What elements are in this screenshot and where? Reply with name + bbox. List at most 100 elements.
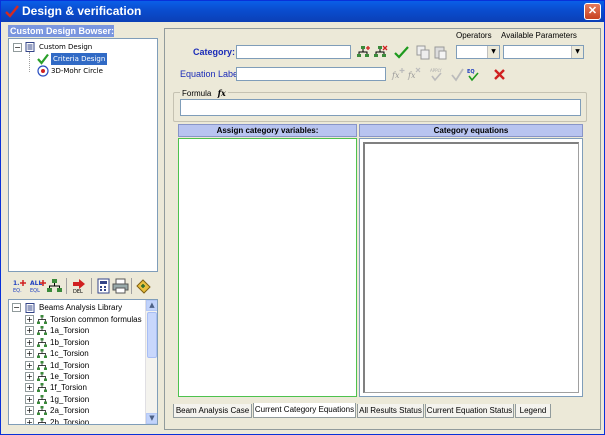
library-item-label: Torsion common formulas bbox=[50, 315, 142, 324]
tree-item-label: 3D-Mohr Circle bbox=[51, 67, 103, 75]
tree-item-label: Criteria Design bbox=[51, 53, 108, 65]
tree-expander[interactable]: + bbox=[25, 394, 34, 404]
chevron-down-icon[interactable]: ▼ bbox=[487, 46, 499, 58]
tree-structure-icon bbox=[37, 360, 47, 370]
category-input[interactable] bbox=[236, 45, 351, 59]
category-label: Category: bbox=[193, 47, 236, 57]
remove-category-icon[interactable] bbox=[373, 45, 388, 60]
toolbar-separator bbox=[131, 278, 132, 294]
tree-structure-icon bbox=[37, 383, 47, 393]
add-category-icon[interactable] bbox=[356, 45, 371, 60]
custom-design-browser-header: Custom Design Bowser: bbox=[8, 25, 115, 37]
equation-label-label: Equation Label bbox=[180, 69, 241, 79]
tree-item-label: Custom Design bbox=[39, 43, 93, 51]
tree-line bbox=[29, 52, 30, 72]
function-icon: fx bbox=[217, 88, 226, 98]
scroll-down-arrow[interactable]: ▼ bbox=[146, 413, 157, 424]
library-item-label: 1c_Torsion bbox=[50, 349, 89, 359]
paste-icon[interactable] bbox=[433, 45, 448, 60]
assign-variables-header: Assign category variables: bbox=[178, 124, 357, 137]
library-item-label: 1b_Torsion bbox=[50, 337, 90, 347]
toolbar-separator bbox=[91, 278, 92, 294]
tree-structure-icon[interactable] bbox=[46, 278, 63, 294]
export-icon[interactable] bbox=[135, 278, 152, 294]
svg-text:1.: 1. bbox=[13, 280, 19, 287]
equations-editor[interactable] bbox=[363, 142, 579, 393]
tab-current-equation-status[interactable]: Current Equation Status bbox=[425, 404, 514, 418]
svg-text:EQL: EQL bbox=[30, 288, 40, 294]
tab-all-results-status[interactable]: All Results Status bbox=[357, 404, 424, 418]
svg-text:EQ: EQ bbox=[467, 69, 475, 75]
tree-expander[interactable]: + bbox=[25, 337, 34, 347]
add-all-equations-icon[interactable]: ALLEQL bbox=[29, 278, 46, 294]
apply-icon[interactable]: APPLY bbox=[429, 67, 444, 82]
formula-label: Formula fx bbox=[180, 88, 228, 98]
tab-beam-analysis-case[interactable]: Beam Analysis Case bbox=[173, 404, 252, 418]
tree-expander[interactable]: + bbox=[25, 315, 34, 324]
formula-input[interactable] bbox=[180, 99, 581, 116]
library-toolbar: 1. EQ. ALL EQL DEL bbox=[8, 275, 158, 297]
checkmark-icon bbox=[37, 53, 49, 65]
validate-icon[interactable] bbox=[450, 67, 465, 82]
confirm-check-icon[interactable] bbox=[394, 45, 409, 60]
tree-structure-icon bbox=[37, 349, 47, 359]
library-item-label: 1d_Torsion bbox=[50, 360, 90, 370]
library-item-label: 1f_Torsion bbox=[50, 383, 87, 393]
tree-structure-icon bbox=[38, 417, 46, 424]
tree-expander[interactable]: − bbox=[12, 303, 21, 312]
close-button[interactable]: ✕ bbox=[584, 3, 601, 20]
delete-equation-icon[interactable] bbox=[492, 67, 507, 82]
tree-structure-icon bbox=[37, 406, 47, 416]
delete-icon[interactable]: DEL bbox=[71, 278, 88, 294]
tab-legend[interactable]: Legend bbox=[515, 404, 551, 418]
svg-text:fx: fx bbox=[407, 71, 416, 80]
library-item-label: 1a_Torsion bbox=[50, 326, 90, 336]
available-parameters-select[interactable]: ▼ bbox=[503, 45, 584, 59]
equations-library-tree[interactable]: − Beams Analysis Library + Torsion common… bbox=[8, 299, 158, 425]
assign-variables-list[interactable] bbox=[178, 138, 357, 397]
available-parameters-label: Available Parameters bbox=[501, 31, 577, 40]
library-scrollbar[interactable]: ▲ ▼ bbox=[145, 300, 157, 424]
scroll-thumb[interactable] bbox=[147, 312, 157, 358]
copy-icon[interactable] bbox=[416, 45, 431, 60]
category-equations-list[interactable] bbox=[359, 138, 583, 397]
print-icon[interactable] bbox=[112, 278, 129, 294]
operators-label: Operators bbox=[456, 31, 492, 40]
tree-expander[interactable]: − bbox=[13, 43, 22, 52]
library-item-label: 1g_Torsion bbox=[50, 394, 90, 404]
svg-text:APPLY: APPLY bbox=[430, 68, 442, 73]
tree-expander[interactable]: + bbox=[25, 326, 34, 336]
svg-text:fx: fx bbox=[391, 71, 400, 80]
document-icon bbox=[25, 42, 35, 52]
svg-text:EQ.: EQ. bbox=[13, 288, 22, 294]
tree-expander[interactable]: + bbox=[25, 417, 34, 424]
chevron-down-icon[interactable]: ▼ bbox=[571, 46, 583, 58]
library-item-label: 2b_Torsion bbox=[50, 417, 90, 425]
edit-equation-icon[interactable]: EQ bbox=[466, 67, 481, 82]
title-bar[interactable]: Design & verification ✕ bbox=[1, 1, 604, 22]
equation-label-input[interactable] bbox=[236, 67, 386, 81]
tree-expander[interactable]: + bbox=[25, 372, 34, 381]
tree-expander[interactable]: + bbox=[25, 349, 34, 359]
app-checkmark-icon bbox=[5, 5, 19, 18]
tree-expander[interactable]: + bbox=[25, 383, 34, 393]
add-function-icon[interactable]: fx bbox=[391, 67, 406, 82]
circle-target-icon bbox=[37, 65, 49, 77]
library-item-label: 1e_Torsion bbox=[50, 372, 90, 381]
scroll-up-arrow[interactable]: ▲ bbox=[146, 300, 157, 311]
svg-text:DEL: DEL bbox=[73, 289, 83, 294]
design-tree[interactable]: − Custom Design Criteria Design 3D-Mohr … bbox=[8, 38, 158, 272]
remove-function-icon[interactable]: fx bbox=[407, 67, 422, 82]
tree-expander[interactable]: + bbox=[25, 360, 34, 370]
library-root-label: Beams Analysis Library bbox=[39, 303, 123, 312]
tree-expander[interactable]: + bbox=[25, 406, 34, 416]
tree-structure-icon bbox=[37, 372, 47, 381]
add-equation-icon[interactable]: 1.EQ. bbox=[12, 278, 29, 294]
operators-select[interactable]: ▼ bbox=[456, 45, 500, 59]
main-window: Design & verification ✕ Custom Design Bo… bbox=[0, 0, 605, 435]
category-equations-header: Category equations bbox=[359, 124, 583, 137]
calculator-icon[interactable] bbox=[95, 278, 112, 294]
tab-current-category-equations[interactable]: Current Category Equations bbox=[253, 403, 356, 418]
tree-structure-icon bbox=[37, 315, 47, 324]
library-item-label: 2a_Torsion bbox=[50, 406, 90, 416]
